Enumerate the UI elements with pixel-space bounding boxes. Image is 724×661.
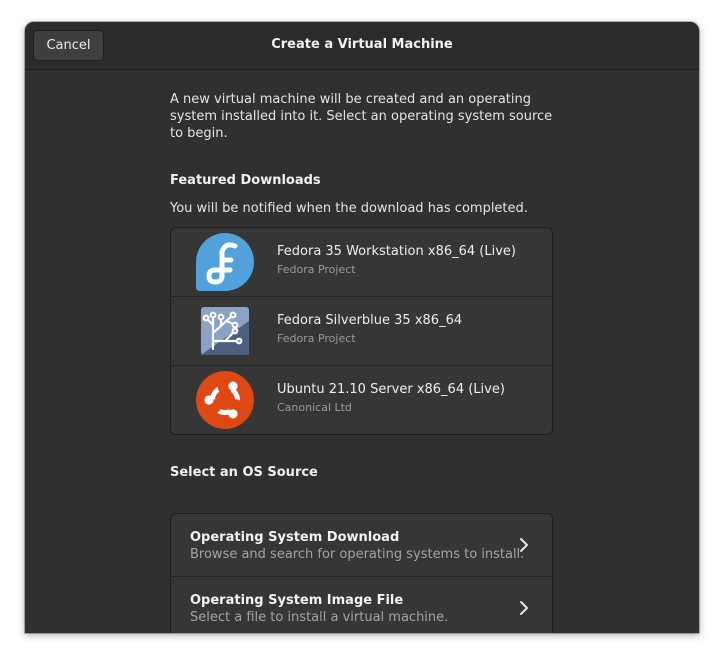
download-item-name: Fedora Silverblue 35 x86_64 bbox=[277, 313, 463, 328]
download-item-fedora-silverblue[interactable]: Fedora Silverblue 35 x86_64 Fedora Proje… bbox=[171, 297, 552, 366]
fedora-logo-icon bbox=[196, 233, 254, 291]
featured-downloads-heading: Featured Downloads bbox=[170, 173, 321, 188]
download-item-vendor: Canonical Ltd bbox=[277, 401, 352, 414]
featured-downloads-list: Fedora 35 Workstation x86_64 (Live) Fedo… bbox=[170, 227, 553, 435]
download-item-name: Fedora 35 Workstation x86_64 (Live) bbox=[277, 244, 516, 259]
download-item-vendor: Fedora Project bbox=[277, 263, 356, 276]
download-item-vendor: Fedora Project bbox=[277, 332, 356, 345]
download-item-name: Ubuntu 21.10 Server x86_64 (Live) bbox=[277, 382, 505, 397]
ubuntu-logo-icon bbox=[196, 371, 254, 429]
dialog-window: Cancel Create a Virtual Machine A new vi… bbox=[25, 22, 699, 633]
option-description: Select a file to install a virtual machi… bbox=[190, 610, 449, 625]
os-image-file-option[interactable]: Operating System Image File Select a fil… bbox=[171, 577, 552, 633]
silverblue-logo-icon bbox=[201, 307, 249, 355]
download-item-ubuntu-server[interactable]: Ubuntu 21.10 Server x86_64 (Live) Canoni… bbox=[171, 366, 552, 434]
intro-text: A new virtual machine will be created an… bbox=[170, 92, 553, 141]
dialog-title: Create a Virtual Machine bbox=[271, 37, 453, 52]
chevron-right-icon bbox=[520, 538, 528, 552]
download-item-fedora-workstation[interactable]: Fedora 35 Workstation x86_64 (Live) Fedo… bbox=[171, 228, 552, 297]
os-download-option[interactable]: Operating System Download Browse and sea… bbox=[171, 514, 552, 577]
download-notice: You will be notified when the download h… bbox=[170, 201, 528, 216]
os-source-heading: Select an OS Source bbox=[170, 465, 318, 480]
os-source-list: Operating System Download Browse and sea… bbox=[170, 513, 553, 633]
chevron-right-icon bbox=[520, 601, 528, 615]
header-bar: Cancel Create a Virtual Machine bbox=[25, 22, 699, 70]
option-description: Browse and search for operating systems … bbox=[190, 547, 525, 562]
option-title: Operating System Image File bbox=[190, 593, 404, 608]
option-title: Operating System Download bbox=[190, 530, 400, 545]
